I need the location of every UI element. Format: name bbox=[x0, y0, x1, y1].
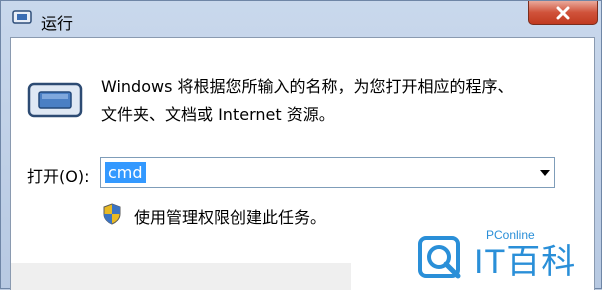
bottom-button-area bbox=[11, 263, 351, 290]
open-input-value[interactable]: cmd bbox=[105, 162, 146, 183]
description-line-1: Windows 将根据您所输入的名称，为您打开相应的程序、 bbox=[101, 77, 514, 96]
dropdown-arrow-icon[interactable] bbox=[540, 170, 550, 176]
pconline-watermark: PConline IT百科 bbox=[416, 228, 602, 290]
description-text: Windows 将根据您所输入的名称，为您打开相应的程序、 文件夹、文档或 In… bbox=[101, 73, 561, 129]
watermark-small-text: PConline bbox=[486, 228, 535, 242]
watermark-big-text: IT百科 bbox=[474, 243, 577, 281]
description-line-2: 文件夹、文档或 Internet 资源。 bbox=[101, 105, 335, 124]
window-title: 运行 bbox=[41, 14, 74, 33]
open-combobox[interactable]: cmd bbox=[100, 157, 555, 188]
close-button[interactable] bbox=[528, 1, 598, 25]
run-app-icon bbox=[12, 10, 32, 24]
admin-privilege-note: 使用管理权限创建此任务。 bbox=[134, 208, 327, 227]
run-dialog-window: 运行 Windows 将根据您所输入的名称，为您打开相应的程序、 文件夹、文档或… bbox=[0, 0, 602, 290]
open-label: 打开(O): bbox=[27, 167, 90, 186]
uac-shield-icon bbox=[103, 203, 121, 225]
title-bar[interactable]: 运行 bbox=[1, 1, 602, 37]
close-icon bbox=[556, 6, 570, 19]
magnifier-logo-icon bbox=[418, 236, 461, 279]
run-icon bbox=[27, 82, 83, 118]
